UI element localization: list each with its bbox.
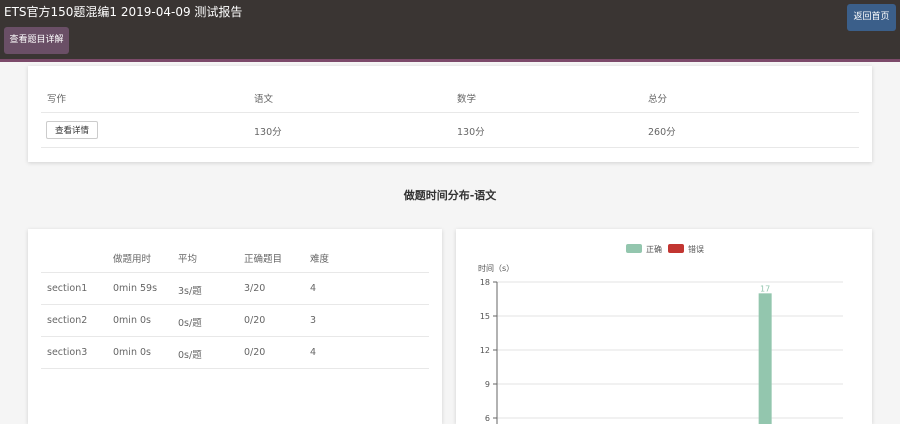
section-title: 做题时间分布-语文 <box>403 189 497 202</box>
score-header-row: 写作 语文 数学 总分 <box>41 66 859 113</box>
bar-data-label: 17 <box>760 284 770 293</box>
legend-label: 错误 <box>688 244 704 254</box>
table-cell: 3 <box>310 315 317 326</box>
table-cell: 0s/题 <box>178 318 202 329</box>
y-tick-label: 15 <box>480 312 490 321</box>
col-difficulty: 难度 <box>310 254 330 265</box>
table-cell: section2 <box>47 315 88 326</box>
table-cell: 4 <box>310 347 317 358</box>
y-tick-label: 18 <box>480 278 490 287</box>
back-home-button[interactable]: 返回首页 <box>847 4 896 31</box>
score-summary-card: 写作 语文 数学 总分 查看详情 130分 130分 260分 <box>28 66 872 162</box>
legend-swatch <box>626 244 642 253</box>
table-cell: 0min 0s <box>113 315 151 326</box>
total-score: 260分 <box>648 127 676 138</box>
verbal-score: 130分 <box>254 127 282 138</box>
score-values-row: 查看详情 130分 130分 260分 <box>41 113 859 148</box>
header-verbal: 语文 <box>254 94 274 105</box>
table-cell: 0s/题 <box>178 350 202 361</box>
section-time-table: 做题用时 平均 正确题目 难度 section1 0min 59s 3s/题 3/20… <box>28 229 442 424</box>
table-cell: section1 <box>47 283 88 294</box>
y-axis-label: 时间（s） <box>478 263 514 273</box>
table-header-row: 做题用时 平均 正确题目 难度 <box>41 229 429 273</box>
table-cell: 3/20 <box>244 283 266 294</box>
table-cell: section3 <box>47 347 88 358</box>
bar <box>758 293 772 424</box>
col-time: 做题用时 <box>113 254 152 265</box>
y-tick-label: 9 <box>485 380 490 389</box>
header-math: 数学 <box>457 94 477 105</box>
table-cell: 4 <box>310 283 317 294</box>
legend-swatch <box>668 244 684 253</box>
table-cell: 0/20 <box>244 347 266 358</box>
col-correct: 正确题目 <box>244 254 283 265</box>
view-question-details-button[interactable]: 查看题目详解 <box>4 27 69 54</box>
header-writing: 写作 <box>47 94 67 105</box>
math-score: 130分 <box>457 127 485 138</box>
header: ETS官方150题混编1 2019-04-09 测试报告 查看题目详解 返回首页 <box>0 0 900 62</box>
table-cell: 0/20 <box>244 315 266 326</box>
table-cell: 3s/题 <box>178 286 202 297</box>
page-title: ETS官方150题混编1 2019-04-09 测试报告 <box>4 5 243 19</box>
table-cell: 0min 0s <box>113 347 151 358</box>
legend-label: 正确 <box>646 244 662 254</box>
time-chart-card: 正确 错误时间（s） 6 9 12 15 18 17 <box>456 229 872 424</box>
header-total: 总分 <box>648 94 668 105</box>
table-row: section3 0min 0s 0s/题 0/20 4 <box>41 337 429 369</box>
writing-details-button[interactable]: 查看详情 <box>46 121 99 139</box>
col-average: 平均 <box>178 254 198 265</box>
y-tick-label: 12 <box>480 346 490 355</box>
time-bar-chart: 正确 错误时间（s） 6 9 12 15 18 17 <box>478 244 843 424</box>
table-cell: 0min 59s <box>113 283 158 294</box>
table-row: section1 0min 59s 3s/题 3/20 4 <box>41 273 429 305</box>
y-tick-label: 6 <box>485 414 490 423</box>
table-row: section2 0min 0s 0s/题 0/20 3 <box>41 305 429 337</box>
